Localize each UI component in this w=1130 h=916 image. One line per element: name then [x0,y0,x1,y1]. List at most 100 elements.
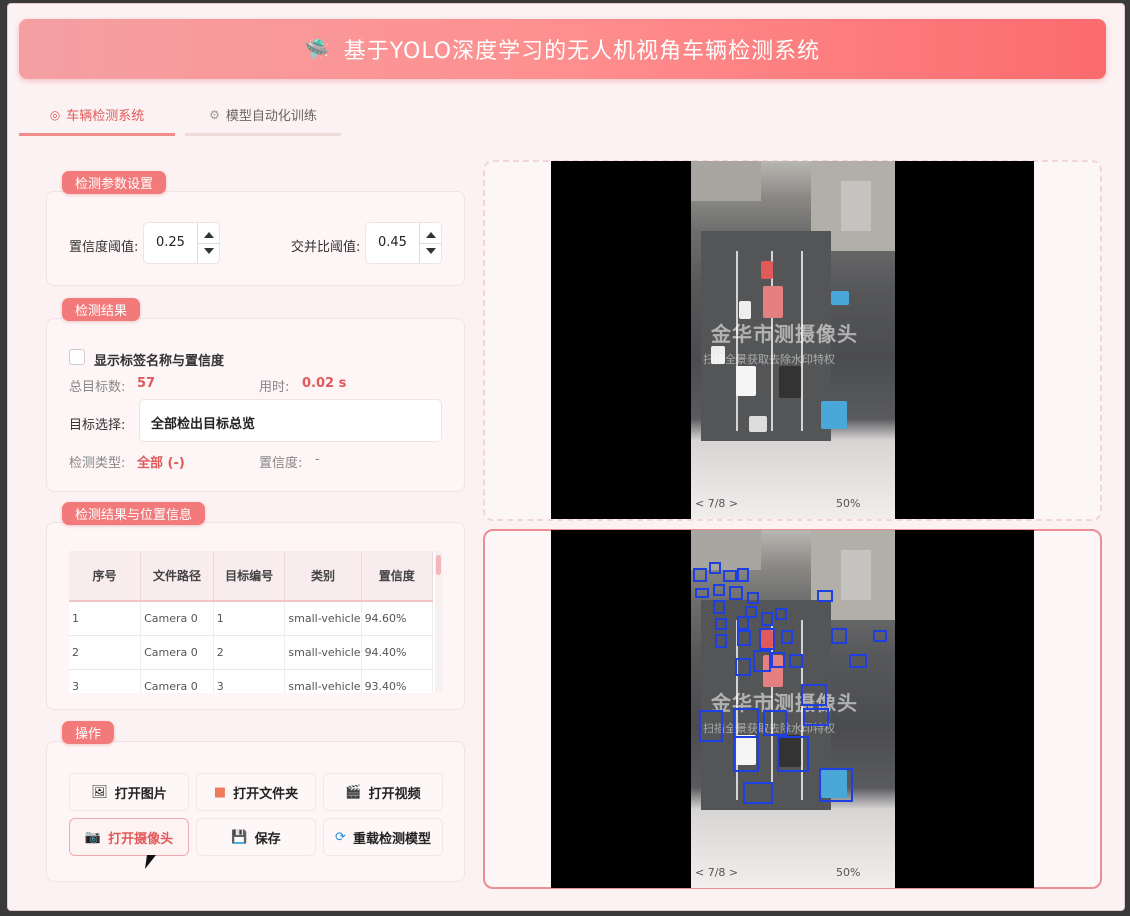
page-indicator: < 7/8 > [695,497,739,510]
detection-box [759,628,775,650]
detection-box [819,768,853,802]
actions-group [46,741,465,882]
detection-box [775,608,787,620]
button-label: 打开图片 [114,786,167,802]
watermark-text: 金华市测摄像头 [711,322,858,346]
detection-box [737,616,749,630]
detection-box [781,630,793,644]
detection-box [849,654,867,668]
column-header[interactable]: 序号 [69,551,142,602]
video-image: 金华市测摄像头 扫描全景获取去除水印特权 < 7/8 > 50% [691,161,895,519]
time-label: 用时: [259,380,290,395]
detection-box [777,736,809,772]
button-label: 重载检测模型 [352,831,431,847]
results-table[interactable]: 序号 文件路径 目标编号 类别 置信度 1 Camera 0 1 small-v… [69,551,441,693]
open-camera-button[interactable]: 📷 打开摄像头 [69,818,189,856]
conf-threshold-spinbox[interactable]: 0.25 [143,222,220,264]
table-cell: 94.60% [361,601,434,636]
tab-label: 模型自动化训练 [225,109,317,124]
detection-video-panel: 金华市测摄像头 扫描全景获取去除水印特权 < 7/8 > 50% [483,529,1102,889]
tab-vehicle-detection[interactable]: ◎ 车辆检测系统 [19,96,175,136]
confidence-label: 置信度: [259,456,303,471]
detection-box [693,568,707,582]
reload-icon: ⟳ [335,829,346,845]
actions-group-title: 操作 [62,721,115,744]
decrement-arrow-icon[interactable] [204,248,214,254]
target-icon: ◎ [49,107,61,122]
detection-box [803,708,829,726]
params-group-title: 检测参数设置 [62,171,167,194]
detection-box [789,654,803,668]
table-cell: 1 [213,601,286,636]
decrement-arrow-icon[interactable] [426,248,436,254]
detection-box [715,618,727,630]
table-cell: Camera 0 [140,635,214,670]
table-row[interactable]: 2 Camera 0 2 small-vehicle 94.40% [69,635,434,670]
open-video-button[interactable]: 🎬 打开视频 [323,773,443,811]
gear-icon: ⚙ [209,107,220,122]
tab-bar: ◎ 车辆检测系统 ⚙ 模型自动化训练 [19,96,351,136]
time-value: 0.02 s [302,376,347,391]
detection-box [735,658,751,676]
results-group-title: 检测结果 [62,298,141,321]
scrollbar-thumb[interactable] [436,555,441,575]
detection-box [723,570,737,582]
save-button[interactable]: 💾 保存 [196,818,316,856]
table-row[interactable]: 1 Camera 0 1 small-vehicle 94.60% [69,601,434,636]
table-cell: 3 [213,669,286,693]
open-image-button[interactable]: 🖼 打开图片 [69,773,189,811]
table-cell: 1 [69,601,142,636]
table-cell: small-vehicle [284,601,362,636]
total-targets-label: 总目标数: [69,380,126,395]
ufo-icon: 🛸 [304,37,330,61]
video-frame: 金华市测摄像头 扫描全景获取去除水印特权 < 7/8 > 50% [551,530,1034,888]
phone-status-bar: < 7/8 > 50% [691,493,895,519]
detection-box [715,634,727,648]
detect-type-label: 检测类型: [69,456,126,471]
target-select-dropdown[interactable]: 全部检出目标总览 [139,399,442,442]
detection-box [771,652,785,668]
column-header[interactable]: 类别 [284,551,362,602]
reload-model-button[interactable]: ⟳ 重载检测模型 [323,818,443,856]
floppy-icon: 💾 [231,829,248,845]
table-cell: 2 [69,635,142,670]
detection-box [713,600,725,614]
original-video-panel: 金华市测摄像头 扫描全景获取去除水印特权 < 7/8 > 50% [483,160,1102,521]
table-cell: small-vehicle [284,669,362,693]
detection-box [733,708,759,738]
app-header: 🛸 基于YOLO深度学习的无人机视角车辆检测系统 [19,19,1106,79]
detection-box [753,650,771,672]
tab-model-training[interactable]: ⚙ 模型自动化训练 [185,96,341,136]
table-cell: Camera 0 [140,601,214,636]
column-header[interactable]: 目标编号 [213,551,286,602]
detection-box [831,628,847,644]
column-header[interactable]: 置信度 [361,551,434,602]
image-icon: 🖼 [91,784,108,800]
table-cell: 93.40% [361,669,434,693]
iou-threshold-label: 交并比阈值: [291,240,361,255]
conf-threshold-value: 0.25 [156,235,185,250]
video-frame: 金华市测摄像头 扫描全景获取去除水印特权 < 7/8 > 50% [551,161,1034,519]
table-scrollbar[interactable] [435,551,442,693]
show-labels-label: 显示标签名称与置信度 [94,354,225,369]
open-folder-button[interactable]: ■ 打开文件夹 [196,773,316,811]
detection-box [695,588,709,598]
page-indicator: < 7/8 > [695,866,739,879]
show-labels-checkbox[interactable] [69,349,85,365]
increment-arrow-icon[interactable] [204,232,214,238]
detection-box [733,736,759,772]
button-label: 打开摄像头 [108,831,174,847]
table-row[interactable]: 3 Camera 0 3 small-vehicle 93.40% [69,669,434,693]
iou-threshold-value: 0.45 [378,235,407,250]
detection-box [763,710,787,736]
clapperboard-icon: 🎬 [345,784,362,800]
confidence-value: - [315,452,320,467]
column-header[interactable]: 文件路径 [140,551,214,602]
increment-arrow-icon[interactable] [426,232,436,238]
conf-threshold-label: 置信度阈值: [69,240,139,255]
detection-box [817,590,833,602]
detection-box [873,630,887,642]
phone-status-bar: < 7/8 > 50% [691,862,895,888]
detection-box [743,782,773,804]
iou-threshold-spinbox[interactable]: 0.45 [365,222,442,264]
